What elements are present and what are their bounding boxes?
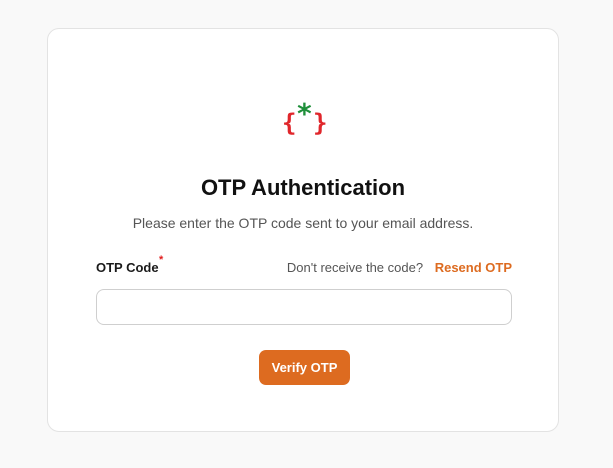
logo-left-brace: {: [282, 109, 296, 137]
verify-otp-button[interactable]: Verify OTP: [259, 350, 350, 385]
page-title: OTP Authentication: [200, 175, 406, 200]
otp-card: { * } OTP Authentication Please enter th…: [47, 28, 559, 432]
resend-wrapper: Don't receive the code? Resend OTP: [287, 259, 512, 277]
page-subtitle: Please enter the OTP code sent to your e…: [132, 215, 474, 231]
logo-icon: { * }: [282, 99, 327, 137]
resend-otp-link[interactable]: Resend OTP: [435, 260, 512, 275]
otp-code-input[interactable]: [96, 289, 512, 325]
required-mark: *: [159, 254, 164, 266]
logo-right-brace: }: [313, 109, 327, 137]
otp-code-label: OTP Code: [96, 260, 159, 275]
otp-field-header: OTP Code * Don't receive the code? Resen…: [96, 254, 512, 277]
logo-asterisk: *: [296, 99, 313, 130]
resend-question: Don't receive the code?: [286, 260, 424, 275]
